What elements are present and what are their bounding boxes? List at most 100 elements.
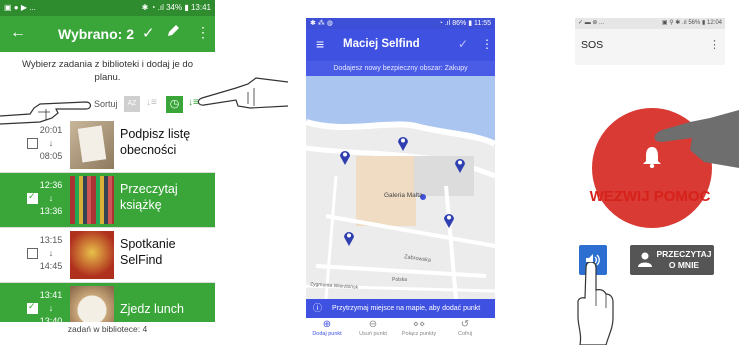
task-title: Przeczytaj książkę [120,182,178,212]
connect-points-icon: ⋄⋄ [412,319,426,330]
task-start-time: 13:15 [39,235,63,245]
nav-label: Cofnij [457,331,473,337]
more-menu-icon[interactable]: ⋮ [481,37,493,51]
task-row[interactable]: 13:15 ↓ 14:45 Spotkanie SelFind [0,228,215,283]
battery-level: 34% [166,3,183,12]
library-count: zadań w bibliotece: 4 [0,322,215,345]
map-pin-icon[interactable] [443,212,455,228]
edit-pencil-icon[interactable] [166,23,180,44]
pointing-hand-shaded-icon [654,110,739,168]
map-pin-icon[interactable] [343,230,355,246]
task-start-time: 12:36 [39,180,63,190]
sort-time-button[interactable]: ◷ [166,96,183,113]
instruction-text: Wybierz zadania z biblioteki i dodaj je … [21,59,193,83]
bottom-navigation: ⊕ Dodaj punkt ⊖ Usuń punkt ⋄⋄ Połącz pun… [306,318,495,345]
status-time: 13:41 [190,3,211,12]
battery-icon: ▮ [184,3,189,12]
toolbar: SOS ⋮ [575,29,725,65]
task-thumbnail [70,231,114,279]
check-icon: ✓ [28,191,36,201]
status-time: 12:04 [706,20,722,26]
status-bar: ✱ ⁂ ◍ ◔ .ıl 86% ▮ 11:55 [306,18,495,29]
arrow-down-icon: ↓ [48,248,54,258]
status-icons: ▣ ● ▶ ... [4,3,36,12]
arrow-down-icon: ↓ [48,303,54,313]
task-title: Spotkanie SelFind [120,237,176,267]
sort-label: Sortuj [94,99,118,109]
task-thumbnail [70,176,114,224]
task-end-time: 08:05 [39,151,63,161]
more-menu-icon[interactable]: ⋮ [709,38,720,51]
more-menu-icon[interactable]: ⋮ [196,24,210,41]
about-me-button[interactable]: PRZECZYTAJ O MNIE [630,245,714,275]
task-start-time: 13:41 [39,290,63,300]
call-help-label: WEZWIJ POMOC [589,188,711,205]
nav-remove-point[interactable]: ⊖ Usuń punkt [354,318,392,345]
hint-text: Przytrzymaj miejsce na mapie, aby dodać … [332,305,481,312]
user-title: Maciej Selfind [343,38,420,50]
status-bar: ▣ ● ▶ ... ✱ ◔ .ıl 34% ▮ 13:41 [0,0,215,16]
nav-connect-points[interactable]: ⋄⋄ Połącz punkty [400,318,438,345]
phone-task-library: ▣ ● ▶ ... ✱ ◔ .ıl 34% ▮ 13:41 ← Wybrano:… [0,0,215,345]
pointing-hand-up-icon [577,262,614,345]
nav-add-point[interactable]: ⊕ Dodaj punkt [308,318,346,345]
selection-title: Wybrano: 2 [58,26,134,42]
map-pin-icon[interactable] [397,135,409,151]
paper-shape [77,125,107,163]
pointing-hand-left-icon [0,101,92,125]
nav-label: Usuń punkt [359,331,387,337]
task-times: 13:15 ↓ 14:45 [36,234,66,273]
phone-safe-area-map: ✱ ⁂ ◍ ◔ .ıl 86% ▮ 11:55 ≡ Maciej Selfind… [306,18,495,345]
status-bar: ✓ ▬ ⊕ ... ▣ ⚲ ✱ .ıl 56% ▮ 12:04 [575,18,725,29]
remove-location-icon: ⊖ [368,319,378,330]
person-icon [638,252,652,267]
map-view[interactable]: Galeria Malta Zabrowska Zygmunta Wierzbi… [306,76,495,299]
status-icons: ✓ ▬ ⊕ ... [578,20,605,26]
status-right: ◔ .ıl 86% ▮ 11:55 [439,18,491,29]
toolbar: ← Wybrano: 2 ✓ ⋮ [0,16,215,52]
mall-area [356,156,416,226]
task-title: Zjedz lunch [120,302,184,316]
map-pin-icon[interactable] [339,149,351,165]
map-pin-icon[interactable] [454,157,466,173]
map-canvas [306,76,495,299]
arrow-down-icon: ↓ [48,138,54,148]
help-icon: ⓘ [313,303,323,313]
signal-icon: ✱ ◔ .ıl [141,3,164,12]
task-times: 20:01 ↓ 08:05 [36,124,66,163]
confirm-check-icon[interactable]: ✓ [142,24,155,42]
battery-level: 56% [688,20,701,26]
battery-icon: ▮ [702,20,706,26]
nav-undo[interactable]: ↺ Cofnij [446,318,484,345]
nav-label: Dodaj punkt [312,331,342,337]
task-row[interactable]: ✓ 12:36 ↓ 13:36 Przeczytaj książkę [0,173,215,228]
status-right: ▣ ⚲ ✱ .ıl 56% ▮ 12:04 [662,18,722,29]
status-right: ✱ ◔ .ıl 34% ▮ 13:41 [142,0,211,16]
task-times: 12:36 ↓ 13:36 [36,179,66,218]
task-thumbnail [70,121,114,169]
back-arrow-icon[interactable]: ← [10,24,26,42]
check-icon: ✓ [28,301,36,311]
status-time: 11:55 [474,20,491,27]
undo-icon: ↺ [460,319,470,330]
task-title: Podpisz listę obecności [120,127,191,157]
battery-icon: ▮ [468,20,473,27]
arrow-down-icon: ↓ [48,193,54,203]
task-end-time: 14:45 [39,261,63,271]
street-label: Polska [392,277,408,283]
hamburger-menu-icon[interactable]: ≡ [316,36,324,52]
sort-alphabetical-button[interactable]: AZ [124,96,140,112]
signal-icon: ▣ ⚲ ✱ .ıl [661,20,687,26]
signal-icon: ◔ .ıl [438,20,451,27]
nav-label: Połącz punkty [401,331,437,337]
hint-banner: ⓘ Przytrzymaj miejsce na mapie, aby doda… [306,299,495,318]
about-me-label: PRZECZYTAJ O MNIE [656,249,712,270]
sort-order-icon[interactable]: ↓≡ [146,97,157,108]
toolbar: ≡ Maciej Selfind ✓ ⋮ [306,29,495,61]
confirm-check-icon[interactable]: ✓ [458,37,468,51]
add-location-icon: ⊕ [322,319,332,330]
task-end-time: 13:36 [39,206,63,216]
screen-title: SOS [581,39,604,51]
subtitle-banner: Dodajesz nowy bezpieczny obszar: Zakupy [306,61,495,76]
map-label-galeria-malta: Galeria Malta [384,192,423,199]
